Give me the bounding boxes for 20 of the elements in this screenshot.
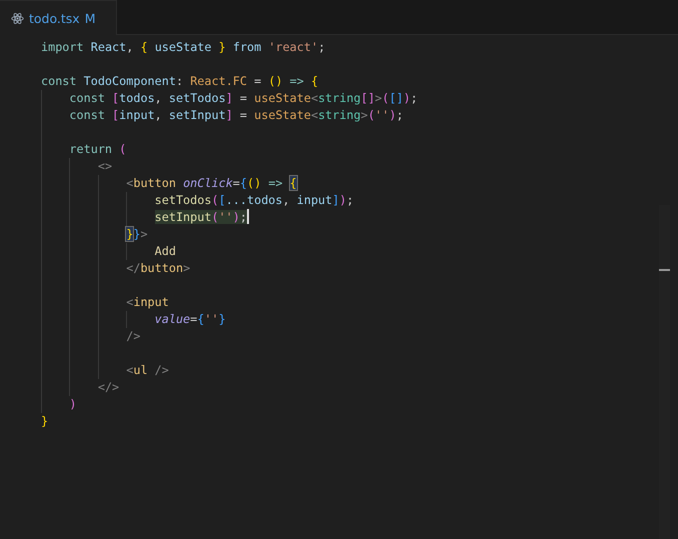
code-line: value={''} — [154, 311, 226, 328]
code-line: import React, { useState } from 'react'; — [41, 39, 326, 56]
atom-icon — [11, 12, 24, 24]
code-line: <input — [125, 294, 169, 311]
code-line: </button> — [125, 260, 190, 277]
code-line: /> — [125, 328, 140, 345]
code-line: </> — [96, 379, 120, 396]
code-line: <> — [96, 158, 112, 175]
code-line: setTodos([...todos, input]); — [154, 192, 354, 209]
code-line: <button onClick={() => { — [125, 175, 297, 192]
code-line: const [input, setInput] = useState<string>(''); — [68, 107, 404, 124]
code-line: const TodoComponent: React.FC = () => { — [41, 73, 318, 90]
code-line: ) — [68, 396, 77, 413]
code-line: <ul /> — [125, 362, 169, 379]
code-line: const [todos, setTodos] = useState<string[]>([]); — [68, 90, 418, 107]
editor-tab[interactable]: todo.tsx M — [0, 0, 117, 35]
code-line: } — [41, 413, 48, 430]
code-line: Add — [154, 243, 176, 260]
code-line: return ( — [68, 141, 126, 158]
code-line: }}> — [125, 226, 148, 243]
